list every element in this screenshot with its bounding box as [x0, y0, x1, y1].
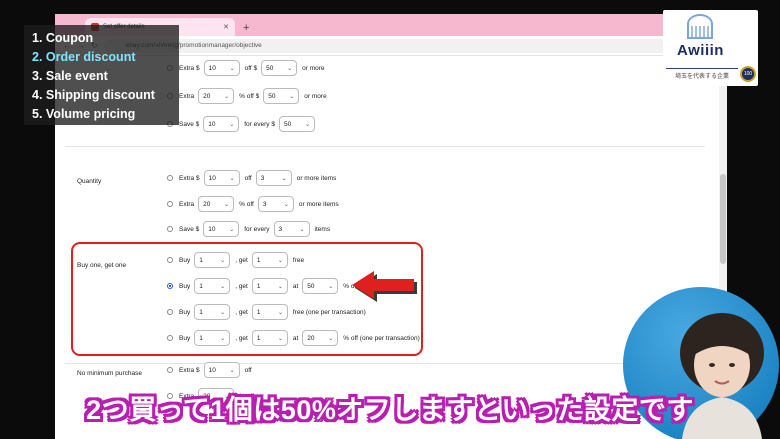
option-save-for-every-spend: Save $ 10 ⌄ for every $ 50 ⌄	[167, 116, 320, 132]
building-arch-icon	[687, 14, 713, 39]
option-save-for-every-quantity: Save $ 10 ⌄ for every 3 ⌄ items	[167, 221, 334, 237]
chevron-down-icon: ⌄	[283, 201, 289, 208]
option-text: off $	[244, 64, 258, 72]
topic-item: 1. Coupon	[32, 31, 94, 45]
url-field[interactable]: ebay.com/sh/mktg/promotionmanager/object…	[103, 38, 693, 53]
option-text: % off $	[239, 92, 260, 100]
section-label-quantity: Quantity	[77, 178, 102, 185]
topic-item: 5. Volume pricing	[32, 107, 136, 121]
topic-item: 3. Sale event	[32, 69, 108, 83]
chevron-down-icon: ⌄	[224, 201, 230, 208]
radio-button[interactable]	[167, 367, 173, 373]
option-text: Extra	[179, 92, 195, 100]
topic-list-overlay: 1. Coupon 2. Order discount 3. Sale even…	[24, 25, 179, 125]
video-frame: Set offer details ✕ + ← → ↻ ebay.com/sh/…	[0, 0, 780, 439]
option-text: items	[314, 225, 331, 233]
amount-select[interactable]: 10 ⌄	[203, 170, 240, 186]
red-arrow-icon	[352, 271, 417, 302]
option-text: Save $	[179, 120, 200, 128]
chevron-down-icon: ⌄	[229, 226, 235, 233]
option-extra-dollar-off-spend: Extra $ 10 ⌄ off $ 50 ⌄ or more	[167, 60, 329, 76]
new-tab-button[interactable]: +	[243, 22, 249, 34]
option-text: off	[244, 366, 252, 374]
option-text: Extra $	[179, 64, 200, 72]
chevron-down-icon: ⌄	[229, 175, 235, 182]
quantity-select[interactable]: 3 ⌄	[255, 170, 292, 186]
option-text: Extra	[179, 200, 195, 208]
option-text: Save $	[179, 225, 200, 233]
chevron-down-icon: ⌄	[304, 121, 310, 128]
option-text: Extra $	[179, 174, 200, 182]
radio-button[interactable]	[167, 175, 173, 181]
option-text: Extra $	[179, 366, 200, 374]
threshold-select[interactable]: 50 ⌄	[278, 116, 315, 132]
option-text: or more items	[298, 200, 339, 208]
chevron-down-icon: ⌄	[281, 175, 287, 182]
topic-item-active: 2. Order discount	[32, 50, 136, 64]
option-extra-dollar-off-quantity: Extra $ 10 ⌄ off 3 ⌄ or more items	[167, 170, 340, 186]
chevron-down-icon: ⌄	[299, 226, 305, 233]
chevron-down-icon: ⌄	[224, 93, 230, 100]
percent-select[interactable]: 20 ⌄	[198, 196, 235, 212]
radio-button[interactable]	[167, 226, 173, 232]
amount-select[interactable]: 10 ⌄	[203, 221, 240, 237]
radio-button[interactable]	[167, 201, 173, 207]
section-label-no-minimum-purchase: No minimum purchase	[77, 370, 143, 377]
option-text: or more items	[296, 174, 337, 182]
threshold-select[interactable]: 50 ⌄	[263, 88, 300, 104]
option-text: off	[244, 174, 252, 182]
chevron-down-icon: ⌄	[229, 121, 235, 128]
option-extra-dollar-off-no-minimum: Extra $ 10 ⌄ off	[167, 362, 256, 378]
section-divider	[65, 363, 705, 364]
option-text: for every	[244, 225, 270, 233]
chevron-down-icon: ⌄	[229, 65, 235, 72]
amount-select[interactable]: 10 ⌄	[203, 362, 240, 378]
logo-wordmark: Awiiin	[677, 42, 724, 59]
chevron-down-icon: ⌄	[289, 93, 295, 100]
section-divider	[65, 146, 705, 147]
quantity-select[interactable]: 3 ⌄	[273, 221, 310, 237]
topic-item: 4. Shipping discount	[32, 88, 155, 102]
option-text: % off	[239, 200, 254, 208]
chevron-down-icon: ⌄	[229, 367, 235, 374]
anniversary-badge: 100	[740, 66, 756, 82]
caption-subtitle: 2つ買って1個は50%オフしますといった設定です	[86, 395, 694, 425]
close-tab-icon[interactable]: ✕	[223, 23, 229, 31]
quantity-select[interactable]: 3 ⌄	[257, 196, 294, 212]
chevron-down-icon: ⌄	[287, 65, 293, 72]
option-text: for every $	[244, 120, 275, 128]
channel-logo: Awiiin 埼玉を代表する企業 100	[663, 10, 758, 86]
option-text: or more	[302, 64, 325, 72]
threshold-select[interactable]: 50 ⌄	[261, 60, 298, 76]
option-extra-percent-off-spend: Extra 20 ⌄ % off $ 50 ⌄ or more	[167, 88, 331, 104]
amount-select[interactable]: 10 ⌄	[203, 116, 240, 132]
option-extra-percent-off-quantity: Extra 20 ⌄ % off 3 ⌄ or more items	[167, 196, 343, 212]
option-text: or more	[304, 92, 327, 100]
logo-tagline: 埼玉を代表する企業	[666, 68, 738, 80]
scrollbar-thumb[interactable]	[720, 174, 726, 264]
amount-select[interactable]: 10 ⌄	[203, 60, 240, 76]
percent-select[interactable]: 20 ⌄	[198, 88, 235, 104]
